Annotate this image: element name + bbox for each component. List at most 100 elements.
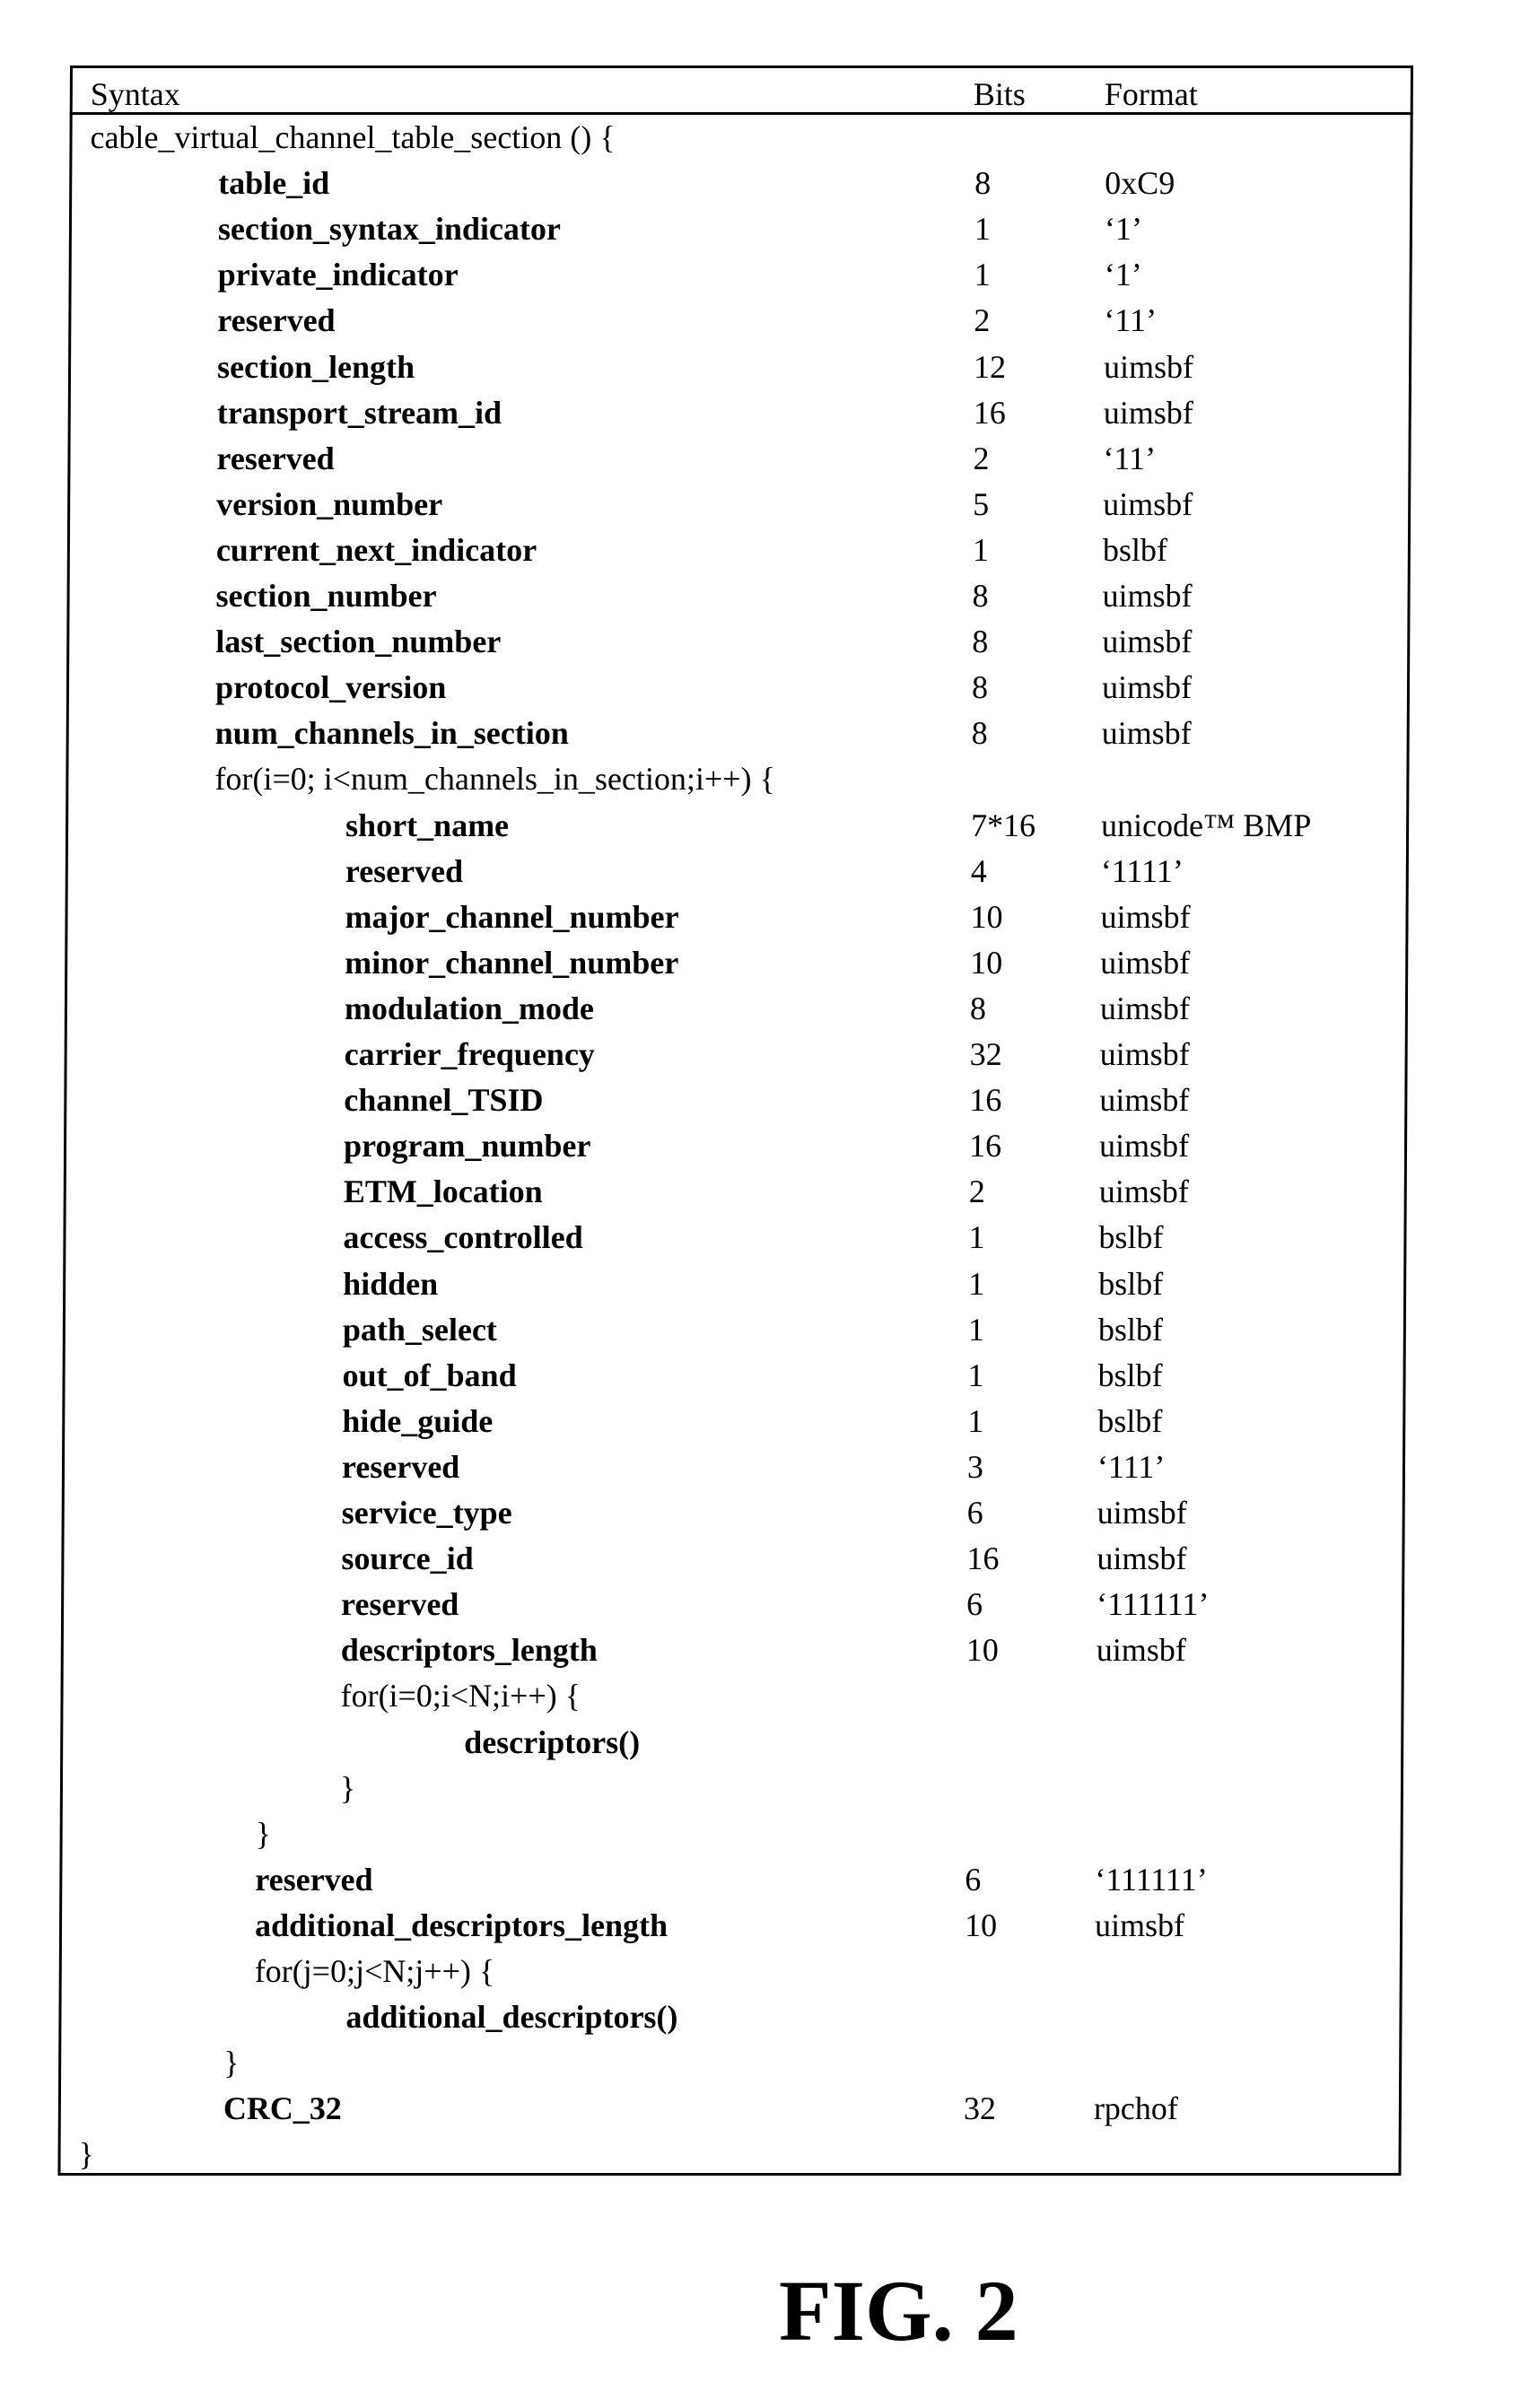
row-syntax: section_number — [215, 578, 437, 614]
row-bits: 2 — [974, 302, 991, 338]
row-syntax: modulation_mode — [344, 990, 595, 1026]
row-bits: 3 — [966, 1449, 984, 1485]
row-syntax: ETM_location — [343, 1173, 543, 1209]
row-bits: 6 — [966, 1495, 983, 1531]
row-format: bslbf — [1098, 1266, 1164, 1302]
row-format: ‘111111’ — [1095, 1862, 1208, 1898]
row-syntax: cable_virtual_channel_table_section () { — [90, 119, 616, 155]
row-syntax: protocol_version — [214, 669, 447, 705]
row-syntax: descriptors() — [464, 1724, 641, 1760]
row-format: uimsbf — [1097, 1540, 1187, 1576]
row-bits: 1 — [972, 532, 990, 568]
row-bits: 8 — [974, 165, 992, 201]
row-format: uimsbf — [1099, 1082, 1190, 1118]
row-syntax: channel_TSID — [344, 1082, 544, 1118]
row-syntax: last_section_number — [215, 624, 502, 659]
row-format: ‘111111’ — [1097, 1586, 1210, 1622]
row-bits: 1 — [974, 257, 991, 292]
row-format: uimsbf — [1100, 899, 1191, 935]
row-format: bslbf — [1098, 1219, 1164, 1255]
row-syntax: short_name — [345, 807, 510, 843]
row-bits: 32 — [963, 2090, 997, 2126]
row-format: ‘1111’ — [1100, 853, 1184, 889]
row-syntax: descriptors_length — [340, 1632, 598, 1668]
row-syntax: out_of_band — [342, 1357, 517, 1393]
row-bits: 8 — [971, 669, 989, 705]
row-format: uimsbf — [1097, 1495, 1187, 1531]
row-bits: 10 — [970, 945, 1003, 981]
row-syntax: } — [339, 1770, 356, 1806]
row-format: uimsbf — [1101, 669, 1193, 705]
row-syntax: reserved — [217, 302, 336, 338]
row-bits: 7*16 — [971, 807, 1036, 843]
row-format: ‘111’ — [1097, 1449, 1166, 1485]
row-syntax: path_select — [342, 1312, 497, 1348]
row-format: uimsbf — [1100, 945, 1191, 981]
row-format: uimsbf — [1103, 395, 1193, 431]
row-syntax: major_channel_number — [345, 899, 679, 935]
row-bits: 32 — [969, 1036, 1002, 1072]
row-syntax: source_id — [341, 1540, 474, 1576]
header-syntax: Syntax — [90, 76, 180, 112]
row-syntax: carrier_frequency — [344, 1036, 595, 1072]
row-format: ‘1’ — [1104, 257, 1142, 292]
row-format: uimsbf — [1103, 486, 1193, 522]
figure-caption: FIG. 2 — [779, 2263, 1018, 2359]
row-bits: 16 — [966, 1540, 1000, 1576]
row-bits: 6 — [965, 1862, 982, 1898]
header-bits: Bits — [973, 76, 1026, 112]
row-format: unicode™ BMP — [1101, 807, 1312, 843]
row-format: ‘1’ — [1104, 211, 1143, 247]
row-format: ‘11’ — [1104, 302, 1158, 338]
row-bits: 2 — [968, 1173, 985, 1209]
row-syntax: program_number — [343, 1128, 591, 1164]
row-syntax: minor_channel_number — [345, 945, 679, 981]
syntax-table-figure: Syntax Bits Format cable_virtual_channel… — [0, 0, 1538, 2408]
row-bits: 2 — [973, 441, 990, 476]
row-syntax: access_controlled — [343, 1219, 583, 1255]
row-bits: 4 — [970, 853, 987, 889]
row-syntax: transport_stream_id — [216, 395, 502, 431]
row-bits: 16 — [973, 395, 1006, 431]
row-syntax: reserved — [216, 441, 335, 476]
row-bits: 5 — [973, 486, 990, 522]
row-format: uimsbf — [1103, 349, 1194, 385]
row-bits: 10 — [966, 1632, 999, 1668]
row-format: 0xC9 — [1105, 165, 1175, 201]
row-bits: 6 — [966, 1586, 983, 1622]
row-syntax: CRC_32 — [223, 2090, 343, 2126]
row-bits: 1 — [968, 1219, 985, 1255]
row-syntax: hidden — [343, 1266, 439, 1302]
row-syntax: reserved — [341, 1586, 459, 1622]
row-syntax: current_next_indicator — [215, 532, 537, 568]
row-bits: 1 — [967, 1312, 984, 1348]
row-bits: 8 — [972, 624, 989, 659]
row-syntax: } — [78, 2136, 94, 2172]
row-syntax: private_indicator — [217, 257, 459, 292]
row-syntax: section_syntax_indicator — [217, 211, 562, 247]
row-format: uimsbf — [1099, 990, 1191, 1026]
row-syntax: for(i=0; i<num_channels_in_section;i++) … — [214, 761, 775, 797]
row-bits: 10 — [970, 899, 1003, 935]
row-syntax: additional_descriptors() — [345, 1999, 678, 2035]
row-syntax: } — [223, 2045, 240, 2081]
row-syntax: } — [255, 1816, 272, 1852]
row-bits: 8 — [969, 990, 987, 1026]
row-bits: 16 — [968, 1128, 1002, 1164]
row-syntax: additional_descriptors_length — [254, 1907, 669, 1943]
row-syntax: for(j=0;j<N;j++) { — [254, 1953, 495, 1989]
header-divider — [69, 112, 1413, 115]
row-syntax: reserved — [341, 1449, 460, 1485]
row-format: uimsbf — [1101, 715, 1192, 751]
row-format: bslbf — [1097, 1403, 1163, 1439]
row-syntax: num_channels_in_section — [214, 715, 569, 751]
row-bits: 1 — [968, 1266, 985, 1302]
row-bits: 1 — [974, 211, 992, 247]
row-format: ‘11’ — [1103, 441, 1157, 476]
row-format: bslbf — [1097, 1312, 1163, 1348]
row-format: uimsbf — [1098, 1173, 1189, 1209]
header-format: Format — [1104, 76, 1198, 112]
row-syntax: section_length — [216, 349, 415, 385]
row-bits: 1 — [967, 1403, 984, 1439]
row-syntax: reserved — [255, 1862, 373, 1898]
